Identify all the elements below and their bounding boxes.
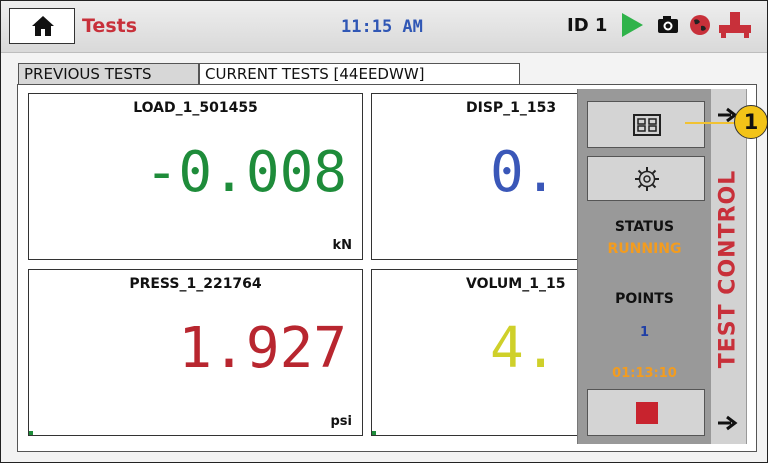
callout-badge: 1 (734, 105, 767, 139)
channel-panel-press[interactable]: PRESS_1_221764 1.927 psi (28, 269, 363, 436)
clock: 11:15 AM (341, 17, 423, 37)
page-title: Tests (82, 15, 138, 37)
layout-grid-icon (633, 114, 661, 136)
channel-label: DISP_1_153 (466, 100, 557, 116)
graph-marker (29, 431, 33, 435)
channel-label: PRESS_1_221764 (129, 276, 262, 292)
status-label: STATUS (614, 219, 675, 235)
home-button[interactable] (9, 8, 75, 44)
expand-arrow-icon[interactable] (717, 415, 739, 431)
tab-previous-tests[interactable]: PREVIOUS TESTS (18, 63, 199, 85)
channel-label: VOLUM_1_15 (466, 276, 566, 292)
channel-value: -0.008 (144, 140, 347, 205)
tab-current-tests[interactable]: CURRENT TESTS [44EEDWW] (199, 63, 520, 85)
status-value: RUNNING (607, 241, 682, 257)
layout-button[interactable] (587, 101, 705, 148)
play-icon[interactable] (619, 11, 645, 39)
stop-icon (636, 402, 658, 424)
gear-icon (635, 167, 659, 191)
channel-unit: psi (330, 414, 353, 429)
elapsed-time: 01:13:10 (612, 366, 677, 381)
channel-value: 0. (490, 140, 558, 205)
settings-button[interactable] (587, 156, 705, 201)
top-bar: Tests 11:15 AM ID 1 (1, 1, 767, 53)
points-value: 1 (639, 325, 650, 340)
callout-leader-line (685, 122, 737, 124)
test-control-label: TEST CONTROL (715, 169, 741, 369)
globe-icon[interactable] (689, 14, 711, 36)
home-icon (32, 16, 54, 36)
channel-unit: kN (332, 238, 352, 253)
channel-value: 1.927 (178, 316, 347, 381)
channel-panel-load[interactable]: LOAD_1_501455 -0.008 kN (28, 93, 363, 260)
channel-value: 4. (490, 316, 558, 381)
plug-icon[interactable] (717, 11, 753, 39)
device-id: ID 1 (567, 15, 608, 36)
camera-icon[interactable] (657, 14, 679, 34)
test-control-drawer: STATUS RUNNING POINTS 1 01:13:10 (577, 89, 711, 444)
channel-label: LOAD_1_501455 (133, 100, 258, 116)
points-label: POINTS (615, 291, 674, 307)
app-window: Tests 11:15 AM ID 1 PREVIOUS TESTS CURRE… (0, 0, 768, 463)
stop-button[interactable] (587, 389, 705, 436)
graph-marker (372, 431, 376, 435)
test-control-tab[interactable]: TEST CONTROL (710, 89, 747, 444)
